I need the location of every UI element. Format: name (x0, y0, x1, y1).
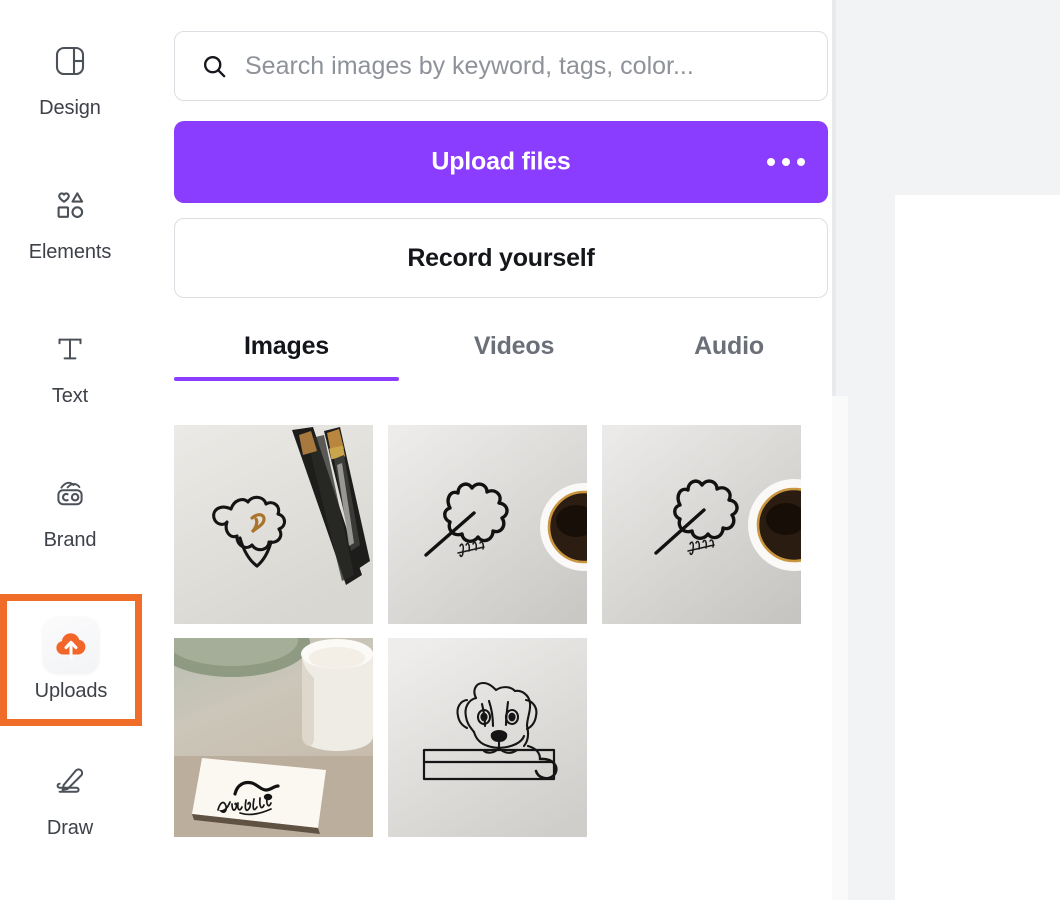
dot (767, 158, 775, 166)
sidebar-item-label: Brand (43, 529, 97, 551)
tab-label: Images (244, 332, 329, 360)
dot (797, 158, 805, 166)
gallery-thumbnail[interactable] (174, 638, 373, 837)
gallery-thumbnail[interactable] (602, 425, 801, 624)
canvas-page[interactable] (895, 195, 1060, 900)
tab-active-underline (629, 377, 829, 381)
tab-label: Videos (473, 332, 555, 360)
media-type-tabs: Images Videos Audio (174, 325, 846, 385)
dot (782, 158, 790, 166)
sidebar-item-brand[interactable]: Brand (0, 458, 140, 558)
search-bar[interactable] (174, 31, 828, 101)
sidebar-item-label: Uploads (34, 680, 108, 702)
cloud-upload-icon (43, 617, 99, 673)
sidebar-item-text[interactable]: Text (0, 314, 140, 414)
text-t-icon (41, 320, 99, 378)
tab-videos[interactable]: Videos (414, 325, 614, 385)
sidebar-item-uploads[interactable]: Uploads (0, 594, 142, 726)
uploads-panel: Upload files Record yourself Images Vide… (140, 0, 832, 900)
upload-files-label: Upload files (431, 147, 571, 176)
tab-active-underline (414, 377, 614, 381)
sidebar-item-label: Elements (28, 241, 112, 263)
search-icon (197, 49, 231, 83)
sidebar-item-elements[interactable]: Elements (0, 170, 140, 270)
gallery-thumbnail[interactable] (174, 425, 373, 624)
tab-audio[interactable]: Audio (629, 325, 829, 385)
shapes-icon (41, 176, 99, 234)
layout-icon (41, 32, 99, 90)
pen-draw-icon (41, 752, 99, 810)
ellipsis-icon[interactable] (758, 138, 814, 186)
sidebar-item-label: Text (51, 385, 89, 407)
left-sidebar: Design Elements Text Brand Uploads Draw (0, 0, 142, 900)
sidebar-item-draw[interactable]: Draw (0, 746, 140, 846)
canvas-area[interactable] (836, 0, 1060, 900)
upload-files-button[interactable]: Upload files (174, 121, 828, 203)
brand-co-icon (41, 464, 99, 522)
tab-images[interactable]: Images (174, 325, 399, 385)
record-yourself-button[interactable]: Record yourself (174, 218, 828, 298)
tab-active-underline (174, 377, 399, 381)
panel-scrollbar-track[interactable] (832, 396, 848, 900)
gallery-thumbnail[interactable] (388, 425, 587, 624)
editor-window: Design Elements Text Brand Uploads Draw … (0, 0, 1060, 900)
gallery-thumbnail[interactable] (388, 638, 587, 837)
search-input[interactable] (245, 51, 805, 81)
panel-scrollbar-thumb[interactable] (835, 396, 846, 900)
sidebar-item-label: Design (39, 97, 101, 119)
sidebar-item-label: Draw (46, 817, 94, 839)
tab-label: Audio (694, 332, 764, 360)
sidebar-item-design[interactable]: Design (0, 26, 140, 126)
